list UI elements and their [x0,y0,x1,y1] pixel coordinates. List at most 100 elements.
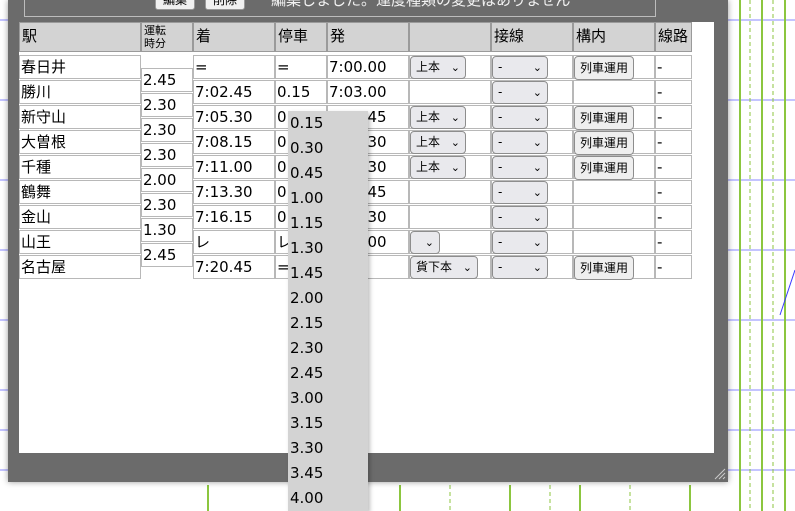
chevron-down-icon: ⌄ [532,261,542,274]
connect-select-value: - [498,210,503,224]
edit-button[interactable]: 編集 [155,0,196,10]
arrive-input[interactable]: 7:13.30 [193,180,275,204]
station-cell: 千種 [19,155,141,179]
run-time-input[interactable]: 2.30 [141,93,193,117]
track-cell: - [655,80,692,104]
delete-button[interactable]: 削除 [205,0,246,10]
dropdown-option[interactable]: 2.30 [290,339,323,357]
track-cell: - [655,55,692,79]
arrive-input[interactable]: = [193,55,275,79]
track-cell: - [655,255,692,279]
arrive-input[interactable]: 7:05.30 [193,105,275,129]
track-cell: - [655,105,692,129]
stop-input[interactable]: = [275,55,327,79]
type-select-value: 貨下本 [416,260,453,274]
run-time-input[interactable]: 2.30 [141,143,193,167]
dropdown-option[interactable]: 3.45 [290,464,323,482]
type-select[interactable]: ⌄ [410,231,440,254]
dropdown-option[interactable]: 3.30 [290,439,323,457]
edit-dialog: 編集 削除 編集しました。運度種類の変更はありません 駅 運転 時分 着 停車 … [8,0,728,482]
connect-select-value: - [498,135,503,149]
run-time-input[interactable]: 2.30 [141,118,193,142]
type-select-value: 上本 [416,135,441,149]
dialog-toolbar: 編集 削除 編集しました。運度種類の変更はありません [24,0,656,17]
train-operation-button[interactable]: 列車運用 [574,56,635,80]
dropdown-option[interactable]: 1.45 [290,264,323,282]
connect-select-value: - [498,85,503,99]
dropdown-option[interactable]: 0.30 [290,139,323,157]
dropdown-option[interactable]: 0.15 [290,114,323,132]
run-time-input[interactable]: 2.45 [141,68,193,92]
depart-input[interactable]: 7:03.00 [327,80,409,104]
type-select-value: 上本 [416,160,441,174]
connect-select[interactable]: - ⌄ [492,156,548,179]
dropdown-option[interactable]: 3.00 [290,389,323,407]
connect-select-value: - [498,160,503,174]
status-message: 編集しました。運度種類の変更はありません [271,0,571,9]
run-time-input[interactable]: 1.30 [141,218,193,242]
dropdown-option[interactable]: 2.00 [290,289,323,307]
track-cell: - [655,130,692,154]
type-cell [409,180,491,204]
dropdown-option[interactable]: 0.45 [290,164,323,182]
type-select[interactable]: 上本 ⌄ [410,56,466,79]
connect-select[interactable]: - ⌄ [492,56,548,79]
connect-select[interactable]: - ⌄ [492,131,548,154]
chevron-down-icon: ⌄ [462,261,472,274]
facility-cell [573,205,655,229]
connect-select[interactable]: - ⌄ [492,206,548,229]
track-cell: - [655,230,692,254]
header-type [409,22,491,52]
train-operation-button[interactable]: 列車運用 [574,256,635,280]
chevron-down-icon: ⌄ [532,211,542,224]
station-cell: 新守山 [19,105,141,129]
dropdown-option[interactable]: 2.15 [290,314,323,332]
arrive-input[interactable]: 7:02.45 [193,80,275,104]
type-cell [409,80,491,104]
stop-input[interactable]: 0.15 [275,80,327,104]
dropdown-option[interactable]: 1.30 [290,239,323,257]
type-cell [409,205,491,229]
train-operation-button[interactable]: 列車運用 [574,131,635,155]
type-select[interactable]: 貨下本 ⌄ [410,256,478,279]
train-operation-button[interactable]: 列車運用 [574,106,635,130]
arrive-input[interactable]: レ [193,230,275,254]
stop-time-dropdown[interactable]: 0.15 0.30 0.45 1.00 1.15 1.30 1.45 2.00 2.15 2.30… [288,111,368,511]
type-select[interactable]: 上本 ⌄ [410,106,466,129]
chevron-down-icon: ⌄ [532,111,542,124]
station-cell: 鶴舞 [19,180,141,204]
arrive-input[interactable]: 7:20.45 [193,255,275,279]
train-operation-button[interactable]: 列車運用 [574,156,635,180]
track-cell: - [655,155,692,179]
header-run-time: 運転 時分 [141,22,193,52]
type-select[interactable]: 上本 ⌄ [410,156,466,179]
connect-select-value: - [498,185,503,199]
connect-select[interactable]: - ⌄ [492,231,548,254]
train-line [779,269,795,316]
connect-select[interactable]: - ⌄ [492,106,548,129]
header-arrive: 着 [193,22,275,52]
dropdown-option[interactable]: 3.15 [290,414,323,432]
arrive-input[interactable]: 7:08.15 [193,130,275,154]
run-time-input[interactable]: 2.45 [141,243,193,267]
type-select[interactable]: 上本 ⌄ [410,131,466,154]
resize-grip-icon[interactable] [714,468,726,480]
arrive-input[interactable]: 7:16.15 [193,205,275,229]
connect-select[interactable]: - ⌄ [492,256,548,279]
depart-input[interactable]: 7:00.00 [327,55,409,79]
connect-select[interactable]: - ⌄ [492,181,548,204]
dropdown-option[interactable]: 2.45 [290,364,323,382]
dropdown-option[interactable]: 1.00 [290,189,323,207]
arrive-input[interactable]: 7:11.00 [193,155,275,179]
connect-select[interactable]: - ⌄ [492,81,548,104]
dropdown-option[interactable]: 1.15 [290,214,323,232]
dropdown-option[interactable]: 4.00 [290,489,323,507]
chevron-down-icon: ⌄ [450,61,460,74]
chevron-down-icon: ⌄ [450,111,460,124]
chevron-down-icon: ⌄ [450,161,460,174]
chevron-down-icon: ⌄ [532,186,542,199]
run-time-input[interactable]: 2.00 [141,168,193,192]
facility-cell [573,230,655,254]
run-time-input[interactable]: 2.30 [141,193,193,217]
type-select-value: 上本 [416,110,441,124]
